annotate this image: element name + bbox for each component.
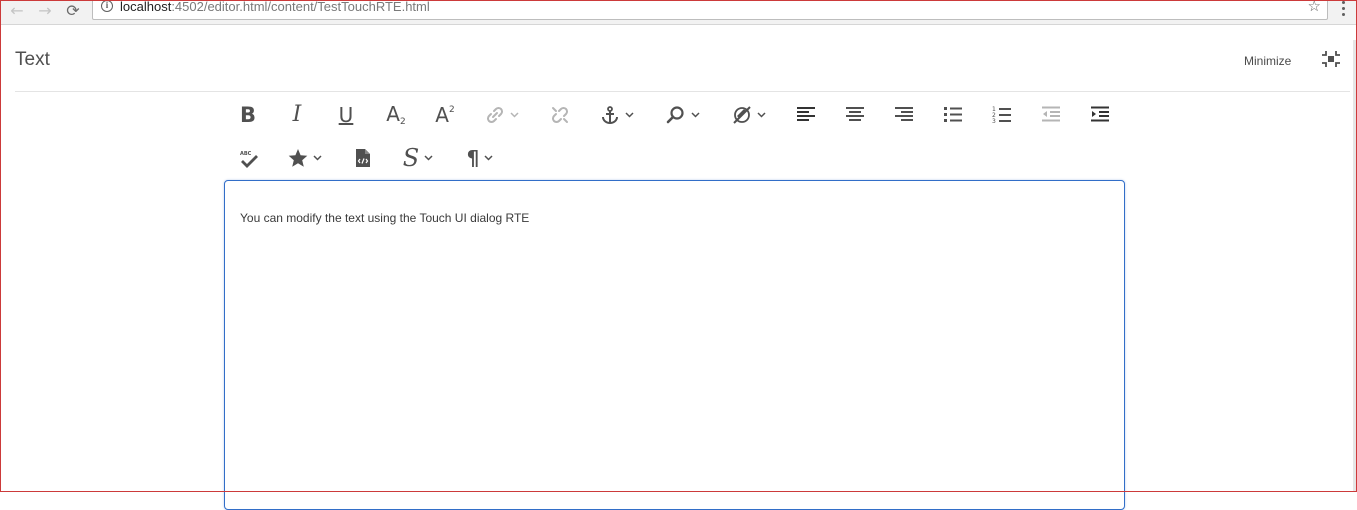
chevron-down-icon [313, 155, 322, 161]
back-arrow-icon[interactable]: ← [5, 0, 29, 20]
find-replace-button[interactable] [663, 100, 703, 130]
superscript-button[interactable]: A2 [430, 100, 460, 130]
bullet-list-button[interactable] [940, 100, 966, 130]
italic-icon: I [292, 102, 302, 127]
special-characters-button[interactable] [285, 143, 325, 173]
svg-text:ABC: ABC [240, 151, 252, 157]
numbered-list-icon: 123 [992, 106, 1011, 125]
fullscreen-exit-icon[interactable] [1321, 50, 1341, 68]
align-left-button[interactable] [793, 100, 819, 130]
star-icon[interactable]: ☆ [1308, 0, 1321, 15]
source-edit-button[interactable] [350, 143, 376, 173]
align-center-icon [846, 107, 864, 121]
url-text: localhost:4502/editor.html/content/TestT… [120, 0, 430, 14]
outdent-icon [1042, 106, 1060, 122]
style-icon: S [402, 144, 420, 172]
spellcheck-icon: ABC [240, 151, 258, 168]
paragraph-format-button[interactable]: ¶ [462, 143, 498, 173]
editor-content[interactable]: You can modify the text using the Touch … [240, 211, 529, 225]
paste-edit-button[interactable] [729, 100, 769, 130]
bullet-list-icon [944, 107, 962, 122]
bold-icon: B [239, 102, 256, 127]
paste-edit-icon [733, 106, 751, 124]
chevron-down-icon [691, 112, 700, 118]
chevron-down-icon [757, 112, 766, 118]
link-button[interactable] [482, 100, 522, 130]
link-icon [486, 106, 504, 124]
browser-toolbar: ← → ⟳ i localhost:4502/editor.html/conte… [0, 0, 1357, 25]
subscript-icon: A2 [386, 101, 406, 127]
unlink-button[interactable] [547, 100, 573, 130]
superscript-icon: A2 [435, 103, 455, 127]
info-icon[interactable]: i [101, 0, 113, 12]
svg-text:3: 3 [992, 118, 996, 125]
anchor-icon [602, 106, 618, 124]
underline-button[interactable]: U [332, 100, 360, 130]
align-center-button[interactable] [842, 100, 868, 130]
style-button[interactable]: S [398, 143, 438, 173]
numbered-list-button[interactable]: 123 [989, 100, 1015, 130]
paragraph-format-icon: ¶ [466, 146, 480, 170]
rich-text-editor[interactable]: You can modify the text using the Touch … [224, 180, 1125, 510]
align-left-icon [797, 107, 815, 121]
find-icon [666, 106, 684, 124]
bold-button[interactable]: B [234, 100, 262, 130]
address-bar[interactable]: i localhost:4502/editor.html/content/Tes… [92, 0, 1328, 20]
indent-icon [1091, 106, 1109, 122]
outdent-button[interactable] [1038, 100, 1064, 130]
forward-arrow-icon[interactable]: → [33, 0, 57, 20]
underline-icon: U [338, 103, 354, 127]
align-right-icon [895, 107, 913, 121]
kebab-menu-icon[interactable] [1342, 1, 1346, 16]
italic-button[interactable]: I [283, 100, 311, 130]
chevron-down-icon [625, 112, 634, 118]
dialog-title: Text [15, 49, 50, 70]
align-right-button[interactable] [891, 100, 917, 130]
spellcheck-button[interactable]: ABC [235, 143, 263, 173]
scrollbar[interactable] [1353, 40, 1357, 492]
reload-icon[interactable]: ⟳ [61, 0, 85, 20]
chevron-down-icon [484, 155, 493, 161]
subscript-button[interactable]: A2 [381, 100, 411, 130]
chevron-down-icon [424, 155, 433, 161]
anchor-button[interactable] [597, 100, 637, 130]
minimize-button[interactable]: Minimize [1244, 54, 1291, 68]
unlink-icon [551, 106, 569, 124]
indent-button[interactable] [1087, 100, 1113, 130]
chevron-down-icon [510, 112, 519, 118]
header-divider [15, 91, 1350, 92]
special-characters-icon [288, 149, 308, 167]
source-edit-icon [356, 149, 370, 167]
